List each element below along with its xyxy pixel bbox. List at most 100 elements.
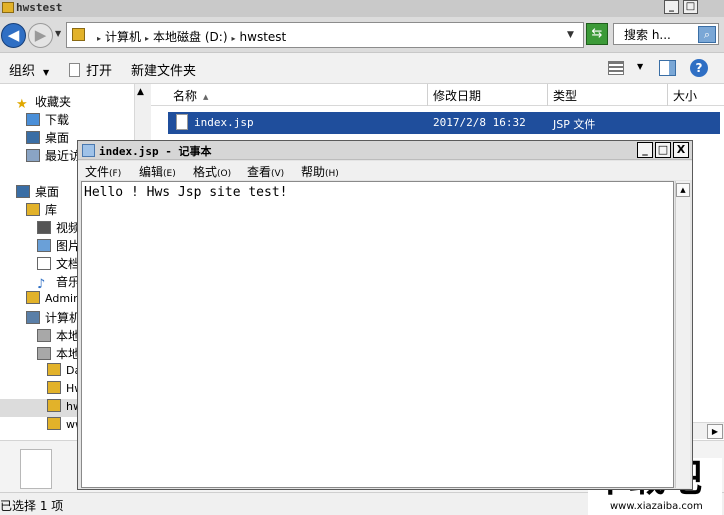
maximize-button[interactable]: □ xyxy=(655,142,671,158)
music-icon: ♪ xyxy=(37,277,46,291)
notepad-text-area[interactable]: Hello ! Hws Jsp site test! xyxy=(81,181,674,488)
nav-item-label: 收藏夹 xyxy=(35,95,72,109)
library-icon xyxy=(26,203,40,216)
column-type[interactable]: 类型 xyxy=(553,87,577,104)
menu-format[interactable]: 格式(O) xyxy=(193,163,231,180)
open-button[interactable]: 打开 xyxy=(69,60,112,79)
scroll-up-icon[interactable]: ▲ xyxy=(676,183,690,197)
document-icon xyxy=(69,63,80,77)
refresh-button[interactable]: ⇆ xyxy=(586,23,608,45)
chevron-right-icon[interactable]: ▸ xyxy=(232,34,236,43)
notepad-title: index.jsp - 记事本 xyxy=(99,145,212,158)
file-type: JSP 文件 xyxy=(553,118,596,131)
menu-label: 格式 xyxy=(193,165,218,179)
search-input[interactable]: 搜索 h... ⌕ xyxy=(613,23,719,45)
column-size[interactable]: 大小 xyxy=(673,87,697,104)
user-icon xyxy=(26,291,40,304)
jsp-file-icon xyxy=(176,114,188,130)
forward-button[interactable]: ▶ xyxy=(28,23,53,48)
maximize-button[interactable]: □ xyxy=(683,0,698,14)
nav-item-favorites[interactable]: ★ 收藏夹 xyxy=(16,93,71,111)
watermark-url: www.xiazaiba.com xyxy=(610,501,703,512)
breadcrumb: ▸ 计算机 ▸ 本地磁盘 (D:) ▸ hwstest xyxy=(93,28,286,45)
menu-shortcut: (F) xyxy=(109,169,122,179)
computer-icon xyxy=(26,311,40,324)
sort-ascending-icon: ▲ xyxy=(203,93,209,101)
breadcrumb-drive-d[interactable]: 本地磁盘 (D:) xyxy=(153,30,227,44)
search-text: 搜索 h... xyxy=(624,28,671,42)
notepad-menubar: 文件(F) 编辑(E) 格式(O) 查看(V) 帮助(H) xyxy=(78,161,692,180)
address-bar[interactable]: ▸ 计算机 ▸ 本地磁盘 (D:) ▸ hwstest ▼ xyxy=(66,22,584,48)
menu-label: 编辑 xyxy=(139,165,164,179)
menu-view[interactable]: 查看(V) xyxy=(247,163,284,180)
nav-item-downloads[interactable]: 下载 xyxy=(26,111,134,129)
scroll-up-icon[interactable]: ▲ xyxy=(137,87,144,97)
video-icon xyxy=(37,221,51,234)
menu-label: 帮助 xyxy=(301,165,326,179)
file-name: index.jsp xyxy=(194,116,254,129)
menu-shortcut: (E) xyxy=(163,169,176,179)
column-name[interactable]: 名称 ▲ xyxy=(173,87,208,104)
chevron-down-icon: ▼ xyxy=(43,68,50,77)
new-folder-button[interactable]: 新建文件夹 xyxy=(131,60,196,79)
nav-item-label: 下载 xyxy=(45,113,70,127)
explorer-window: hwstest _ □ ◀ ▶ ▼ ▸ 计算机 ▸ 本地磁盘 (D:) ▸ hwstest… xyxy=(0,0,724,515)
drive-icon xyxy=(37,329,51,342)
menu-label: 文件 xyxy=(85,165,110,179)
notepad-icon xyxy=(82,144,95,157)
status-text: 已选择 1 项 xyxy=(0,499,64,513)
menu-help[interactable]: 帮助(H) xyxy=(301,163,339,180)
nav-item-label: 库 xyxy=(45,203,58,217)
organize-button[interactable]: 组织 ▼ xyxy=(9,60,49,79)
document-icon xyxy=(37,257,51,270)
column-divider[interactable] xyxy=(427,84,428,106)
chevron-right-icon[interactable]: ▸ xyxy=(97,34,101,43)
folder-icon xyxy=(47,417,61,430)
breadcrumb-hwstest[interactable]: hwstest xyxy=(240,30,287,44)
table-row[interactable]: index.jsp 2017/2/8 16:32 JSP 文件 xyxy=(168,112,720,134)
file-thumbnail xyxy=(20,449,52,489)
menu-file[interactable]: 文件(F) xyxy=(85,163,121,180)
notepad-content: Hello ! Hws Jsp site test! xyxy=(84,185,288,200)
address-dropdown-icon[interactable]: ▼ xyxy=(567,30,574,40)
folder-icon xyxy=(72,28,85,41)
column-divider[interactable] xyxy=(667,84,668,106)
folder-icon xyxy=(2,2,14,13)
notepad-titlebar[interactable]: index.jsp - 记事本 _ □ X xyxy=(78,141,692,160)
search-icon[interactable]: ⌕ xyxy=(698,26,716,43)
explorer-titlebar[interactable]: hwstest _ □ xyxy=(0,0,724,17)
file-modified: 2017/2/8 16:32 xyxy=(433,116,526,129)
breadcrumb-computer[interactable]: 计算机 xyxy=(105,30,141,44)
folder-icon xyxy=(47,381,61,394)
explorer-title: hwstest xyxy=(16,1,63,14)
nav-item-label: 计算机 xyxy=(45,311,82,325)
view-options-icon[interactable] xyxy=(608,61,624,75)
nav-item-label: 桌面 xyxy=(35,185,60,199)
folder-icon xyxy=(47,363,61,376)
minimize-button[interactable]: _ xyxy=(637,142,653,158)
notepad-vertical-scrollbar[interactable]: ▲ xyxy=(675,181,690,488)
scroll-right-icon[interactable]: ▶ xyxy=(707,424,723,439)
nav-item-label: 桌面 xyxy=(45,131,70,145)
preview-pane-icon[interactable] xyxy=(659,60,676,76)
recent-icon xyxy=(26,149,40,162)
minimize-button[interactable]: _ xyxy=(664,0,679,14)
column-divider[interactable] xyxy=(547,84,548,106)
close-button[interactable]: X xyxy=(673,142,689,158)
open-label: 打开 xyxy=(86,64,113,79)
chevron-right-icon[interactable]: ▸ xyxy=(145,34,149,43)
help-icon[interactable]: ? xyxy=(690,59,708,77)
back-button[interactable]: ◀ xyxy=(1,23,26,48)
chevron-down-icon[interactable]: ▼ xyxy=(637,62,643,71)
navigation-bar: ◀ ▶ ▼ ▸ 计算机 ▸ 本地磁盘 (D:) ▸ hwstest ▼ ⇆ 搜索 h...… xyxy=(0,17,724,53)
download-folder-icon xyxy=(26,113,40,126)
organize-label: 组织 xyxy=(9,64,36,79)
command-toolbar: 组织 ▼ 打开 新建文件夹 ▼ ? xyxy=(0,53,724,84)
menu-shortcut: (O) xyxy=(217,169,232,179)
picture-icon xyxy=(37,239,51,252)
recent-pages-chevron-icon[interactable]: ▼ xyxy=(55,29,61,38)
menu-shortcut: (H) xyxy=(325,169,339,179)
drive-icon xyxy=(37,347,51,360)
menu-edit[interactable]: 编辑(E) xyxy=(139,163,176,180)
column-modified[interactable]: 修改日期 xyxy=(433,87,481,104)
